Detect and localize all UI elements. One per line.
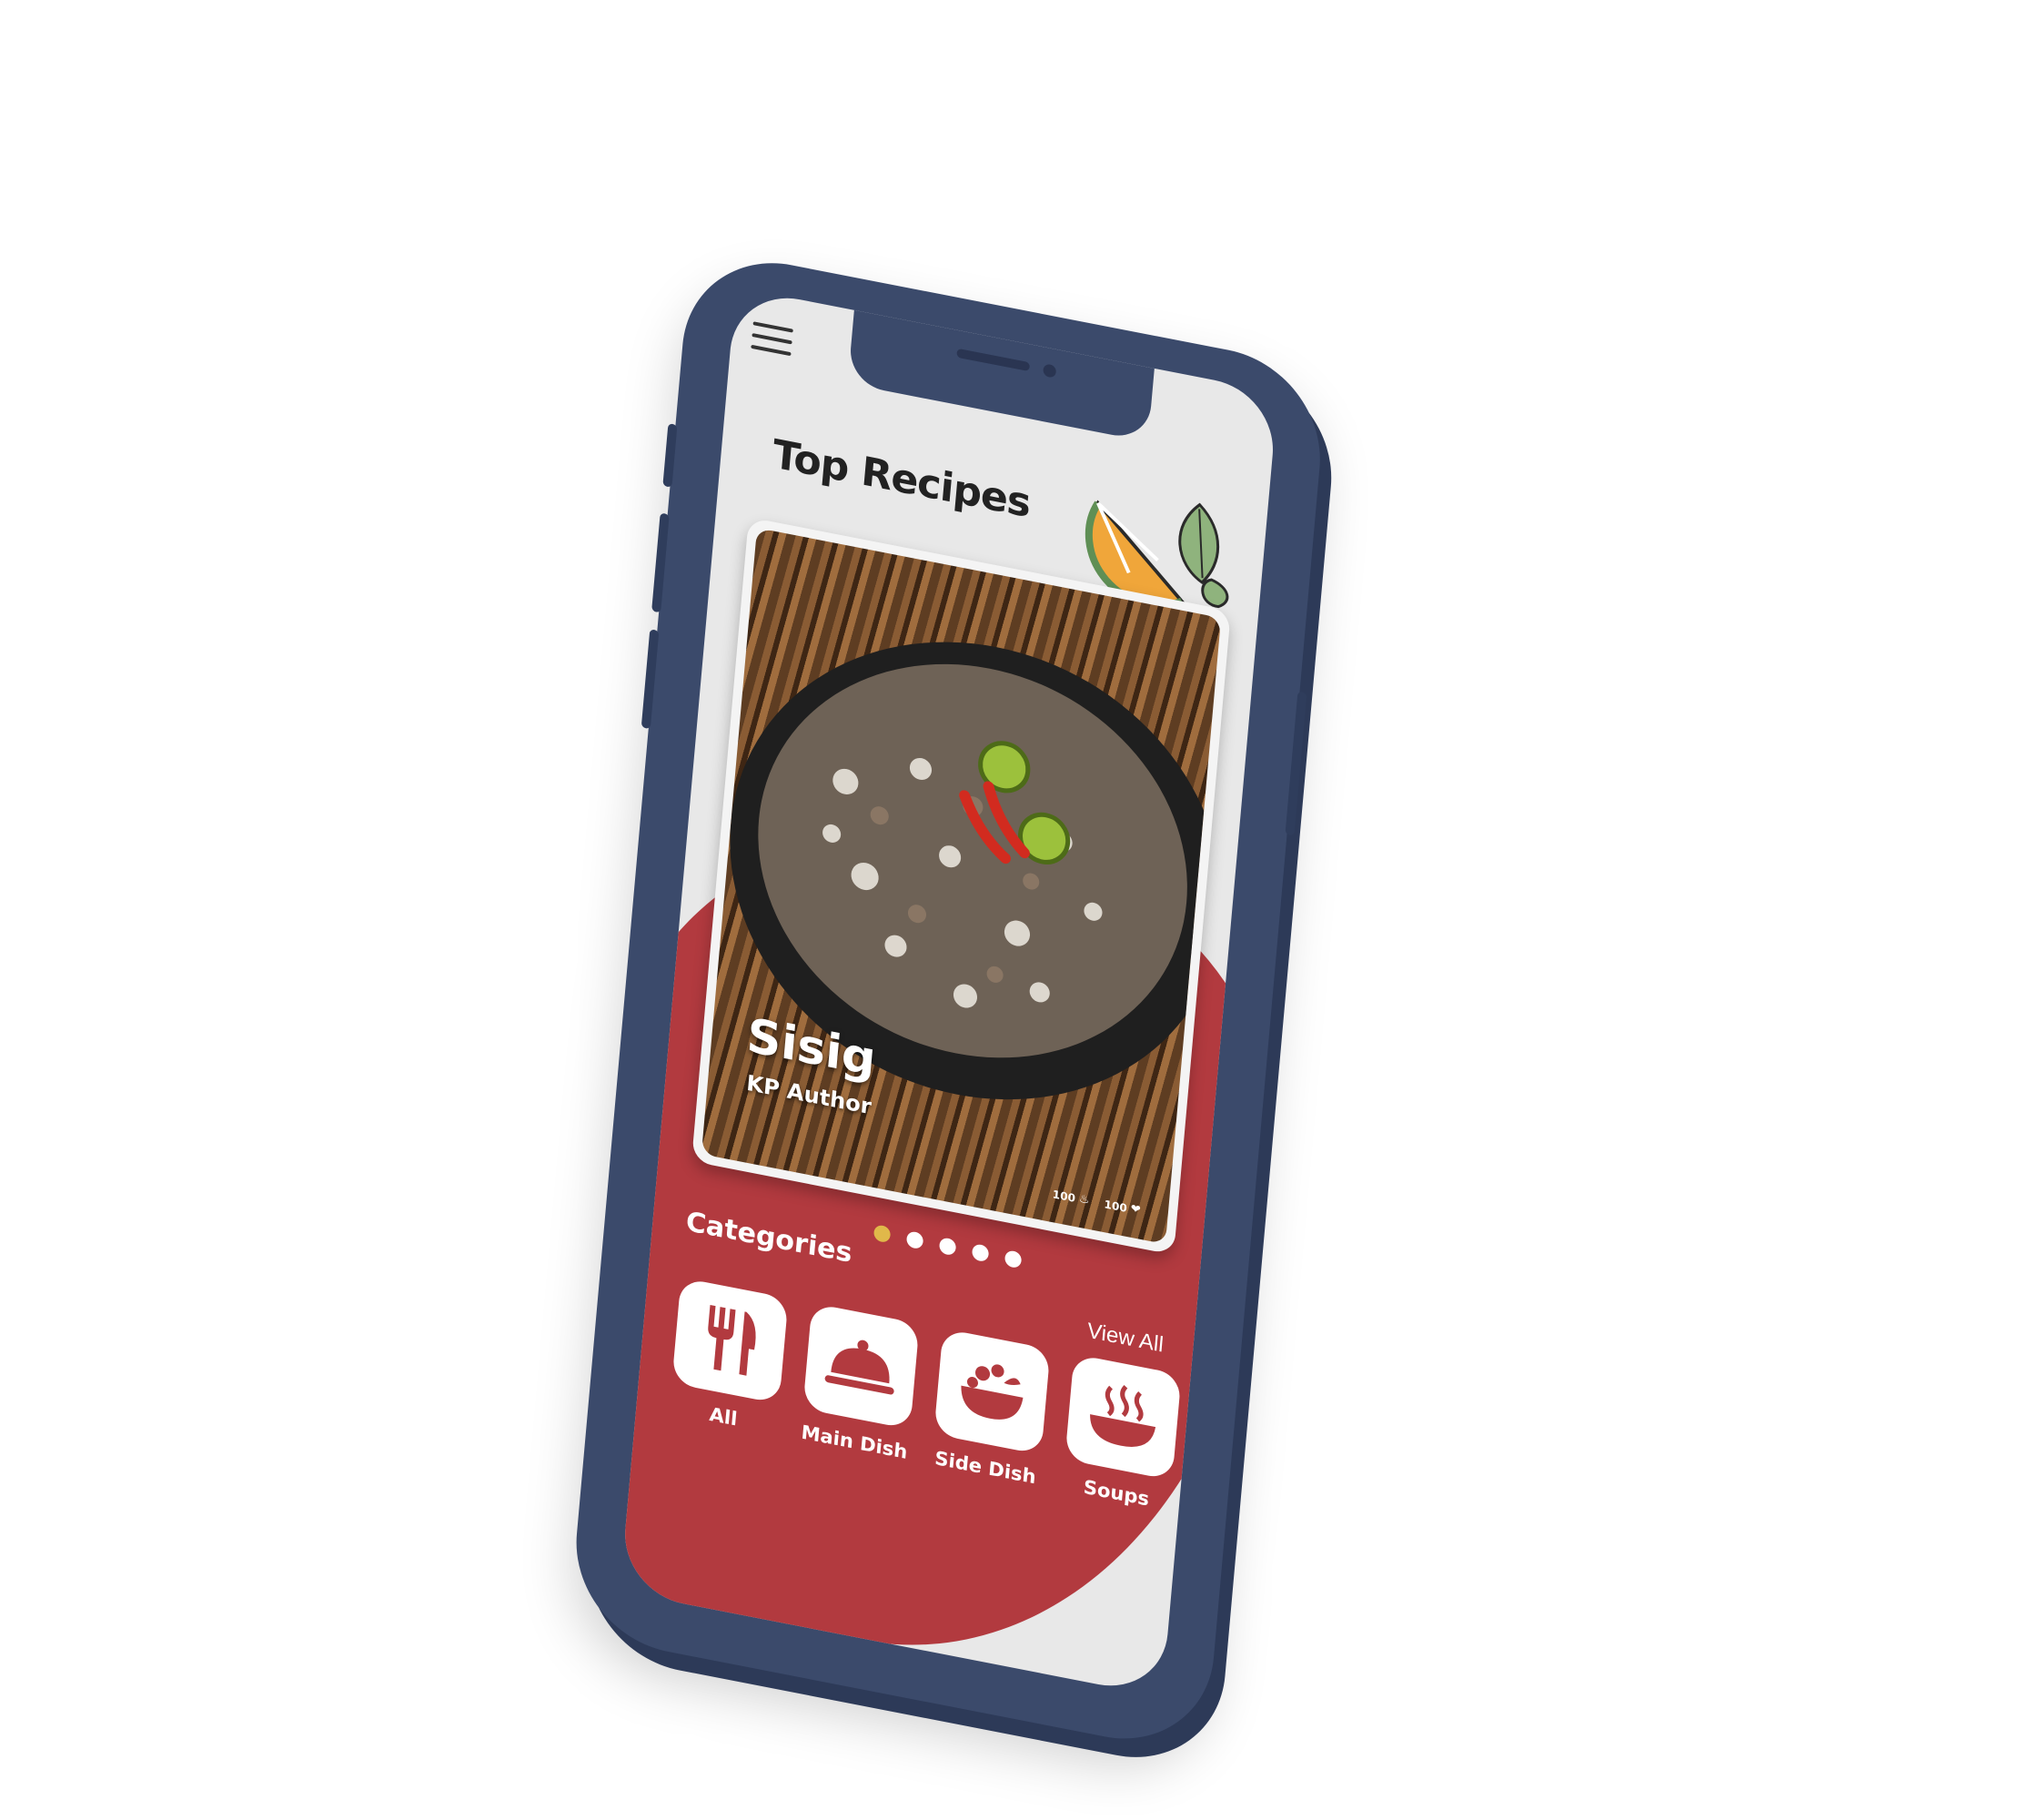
phone-side-button — [651, 512, 670, 613]
category-tile[interactable] — [802, 1302, 920, 1430]
recipe-photo: Sisig KP Author 100 ♨ 100 ❤ — [701, 528, 1222, 1245]
soup-bowl-icon — [1090, 1384, 1156, 1447]
salad-bowl-icon — [961, 1364, 1024, 1420]
category-all[interactable]: All — [669, 1277, 789, 1438]
category-tile[interactable] — [1064, 1353, 1182, 1481]
category-tile[interactable] — [933, 1328, 1051, 1455]
category-main-dish[interactable]: Main Dish — [800, 1302, 920, 1463]
front-camera — [1043, 363, 1057, 379]
heart-icon[interactable]: ❤ — [1130, 1202, 1141, 1218]
phone-side-button — [641, 629, 660, 730]
cloche-icon — [824, 1340, 894, 1395]
category-tile[interactable] — [671, 1277, 789, 1404]
phone-notch — [847, 300, 1155, 442]
speaker-grille — [956, 348, 1031, 372]
featured-recipe-card[interactable]: Sisig KP Author 100 ♨ 100 ❤ — [691, 517, 1231, 1256]
chef-hat-icon: ♨ — [1078, 1191, 1091, 1208]
page-title: Top Recipes — [771, 430, 1033, 527]
carousel-dot-3[interactable] — [938, 1237, 957, 1257]
phone-power-button — [1285, 691, 1307, 836]
carousel-dot-2[interactable] — [905, 1230, 924, 1250]
hamburger-menu-icon[interactable] — [751, 321, 793, 361]
phone-side-button — [662, 423, 678, 488]
category-side-dish[interactable]: Side Dish — [931, 1328, 1051, 1489]
carousel-dot-4[interactable] — [971, 1243, 990, 1263]
mockup-stage: Top Recipes Sisig KP Author 100 ♨ 100 ❤ … — [0, 0, 2038, 1820]
utensils-icon — [708, 1304, 756, 1376]
category-soups[interactable]: Soups — [1062, 1353, 1182, 1514]
carousel-dot-1[interactable] — [873, 1224, 892, 1244]
phone-frame: Top Recipes Sisig KP Author 100 ♨ 100 ❤ … — [568, 246, 1328, 1756]
phone-screen: Top Recipes Sisig KP Author 100 ♨ 100 ❤ … — [620, 287, 1278, 1697]
carousel-dot-5[interactable] — [1004, 1249, 1023, 1269]
